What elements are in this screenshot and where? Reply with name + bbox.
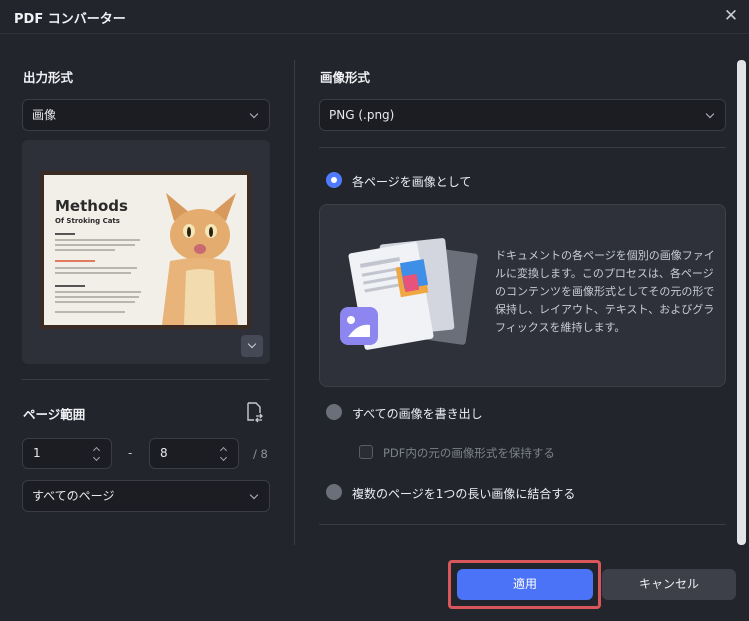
- preview-text-line: [55, 260, 95, 262]
- range-to-input[interactable]: 8: [149, 438, 239, 469]
- preview-text-line: [55, 239, 140, 241]
- image-format-label: 画像形式: [320, 70, 371, 85]
- range-separator: -: [128, 446, 133, 460]
- preview-page-frame: Methods Of Stroking Cats: [40, 171, 251, 329]
- decrement-icon[interactable]: [92, 453, 101, 462]
- preview-text-line: [55, 244, 135, 246]
- range-to-value: 8: [160, 446, 168, 460]
- column-divider: [294, 60, 295, 545]
- chevron-down-icon: [249, 109, 259, 119]
- keep-format-label[interactable]: PDF内の元の画像形式を保持する: [383, 445, 555, 461]
- window-title: PDF コンバーター: [14, 12, 126, 27]
- option-merge-pages-radio[interactable]: [326, 484, 342, 500]
- page-select-value: すべてのページ: [32, 489, 115, 503]
- option-export-images-radio[interactable]: [326, 404, 342, 420]
- page-range-label: ページ範囲: [23, 407, 86, 422]
- title-bar: PDF コンバーター ✕: [0, 0, 749, 34]
- preview-text-line: [55, 291, 141, 293]
- close-icon[interactable]: ✕: [718, 4, 744, 28]
- preview-text-line: [55, 311, 125, 313]
- option-description-card: ドキュメントの各ページを個別の画像ファイルに変換します。このプロセスは、各ページ…: [319, 204, 726, 387]
- output-format-select[interactable]: 画像: [22, 99, 270, 131]
- left-divider: [22, 379, 270, 380]
- pages-to-image-illustration: [340, 238, 478, 350]
- chevron-down-icon: [705, 109, 715, 119]
- cat-photo: [162, 193, 238, 325]
- range-total: / 8: [253, 447, 268, 461]
- image-format-select[interactable]: PNG (.png): [319, 99, 726, 131]
- cancel-button[interactable]: キャンセル: [602, 569, 736, 600]
- expand-preview-icon: [247, 339, 257, 349]
- range-from-value: 1: [33, 446, 41, 460]
- right-divider-bottom: [319, 524, 726, 525]
- option-export-images-label[interactable]: すべての画像を書き出し: [352, 405, 483, 422]
- preview-doc-subtitle: Of Stroking Cats: [55, 217, 120, 225]
- option-each-page-radio[interactable]: [326, 172, 342, 188]
- option-merge-pages-label[interactable]: 複数のページを1つの長い画像に結合する: [352, 485, 575, 502]
- preview-text-line: [55, 296, 139, 298]
- preview-text-line: [55, 301, 135, 303]
- output-format-value: 画像: [32, 108, 57, 122]
- output-format-label: 出力形式: [23, 70, 74, 85]
- option-description-text: ドキュメントの各ページを個別の画像ファイルに変換します。このプロセスは、各ページ…: [495, 249, 715, 334]
- image-format-value: PNG (.png): [329, 108, 395, 122]
- right-divider-top: [319, 147, 726, 148]
- document-preview: Methods Of Stroking Cats: [22, 140, 270, 364]
- expand-preview-button[interactable]: [241, 335, 263, 357]
- preview-text-line: [55, 272, 131, 274]
- range-from-input[interactable]: 1: [22, 438, 112, 469]
- page-select[interactable]: すべてのページ: [22, 480, 270, 512]
- preview-page: Methods Of Stroking Cats: [44, 175, 247, 325]
- apply-button[interactable]: 適用: [457, 569, 593, 600]
- preview-text-line: [55, 233, 75, 235]
- page-range-icon[interactable]: [244, 401, 264, 423]
- preview-text-line: [55, 285, 85, 287]
- scrollbar[interactable]: [737, 60, 746, 545]
- preview-text-line: [55, 249, 115, 251]
- option-each-page-label[interactable]: 各ページを画像として: [352, 173, 471, 190]
- preview-doc-title: Methods: [55, 197, 128, 215]
- chevron-down-icon: [249, 490, 259, 500]
- keep-format-checkbox[interactable]: [359, 445, 373, 459]
- decrement-icon[interactable]: [219, 453, 228, 462]
- preview-text-line: [55, 267, 137, 269]
